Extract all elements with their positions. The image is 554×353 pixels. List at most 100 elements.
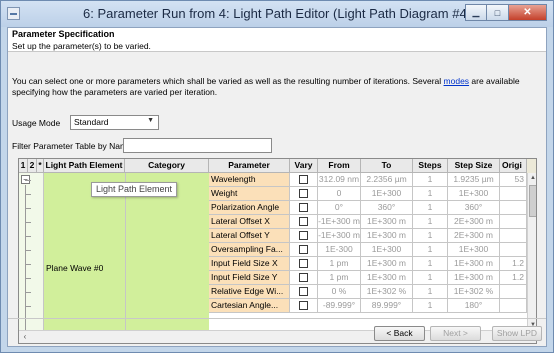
vary-checkbox[interactable]	[299, 216, 308, 226]
original-cell[interactable]	[500, 299, 527, 313]
show-lpd-button[interactable]: Show LPD	[492, 326, 542, 341]
vary-checkbox[interactable]	[299, 258, 308, 268]
to-cell[interactable]: 2.2356 µm	[361, 173, 413, 187]
vary-cell[interactable]	[290, 285, 318, 299]
step-size-cell[interactable]: 1E+300	[448, 187, 500, 201]
parameter-cell[interactable]: Wavelength	[209, 173, 290, 187]
scroll-up-icon[interactable]: ▲	[528, 173, 536, 183]
back-button[interactable]: < Back	[374, 326, 425, 341]
steps-cell[interactable]: 1	[413, 201, 448, 215]
maximize-button[interactable]: □	[487, 4, 509, 21]
parameter-cell[interactable]: Input Field Size Y	[209, 271, 290, 285]
original-cell[interactable]	[500, 243, 527, 257]
vary-checkbox[interactable]	[299, 272, 308, 282]
col-header-2[interactable]: 2	[28, 159, 37, 173]
vary-cell[interactable]	[290, 271, 318, 285]
step-size-cell[interactable]: 1E+300	[448, 243, 500, 257]
step-size-cell[interactable]: 1E+300 m	[448, 271, 500, 285]
vary-checkbox[interactable]	[299, 230, 308, 240]
from-cell[interactable]: 1 pm	[318, 257, 361, 271]
vary-cell[interactable]	[290, 299, 318, 313]
vary-cell[interactable]	[290, 229, 318, 243]
vary-cell[interactable]	[290, 173, 318, 187]
steps-cell[interactable]: 1	[413, 285, 448, 299]
col-header-step-size[interactable]: Step Size	[448, 159, 500, 173]
col-header-category[interactable]: Category	[125, 159, 209, 173]
parameter-cell[interactable]: Weight	[209, 187, 290, 201]
from-cell[interactable]: 1E-300	[318, 243, 361, 257]
step-size-cell[interactable]: 2E+300 m	[448, 229, 500, 243]
col-header-to[interactable]: To	[361, 159, 413, 173]
original-cell[interactable]	[500, 187, 527, 201]
col-header-original[interactable]: Origi	[500, 159, 527, 173]
steps-cell[interactable]: 1	[413, 271, 448, 285]
vary-cell[interactable]	[290, 257, 318, 271]
vary-cell[interactable]	[290, 215, 318, 229]
filter-input[interactable]	[123, 138, 272, 153]
next-button[interactable]: Next >	[430, 326, 481, 341]
steps-cell[interactable]: 1	[413, 215, 448, 229]
usage-mode-select[interactable]: Standard ▼	[70, 115, 159, 130]
col-header-from[interactable]: From	[318, 159, 361, 173]
col-header-1[interactable]: 1	[19, 159, 28, 173]
close-button[interactable]: ✕	[509, 4, 547, 21]
parameter-cell[interactable]: Oversampling Fa...	[209, 243, 290, 257]
original-cell[interactable]: 53	[500, 173, 527, 187]
vary-cell[interactable]	[290, 201, 318, 215]
to-cell[interactable]: 1E+300 m	[361, 215, 413, 229]
to-cell[interactable]: 1E+300 m	[361, 271, 413, 285]
steps-cell[interactable]: 1	[413, 187, 448, 201]
vary-cell[interactable]	[290, 187, 318, 201]
step-size-cell[interactable]: 360°	[448, 201, 500, 215]
steps-cell[interactable]: 1	[413, 243, 448, 257]
title-bar[interactable]: 6: Parameter Run from 4: Light Path Edit…	[1, 1, 553, 27]
vary-checkbox[interactable]	[299, 188, 308, 198]
original-cell[interactable]	[500, 201, 527, 215]
col-header-vary[interactable]: Vary	[290, 159, 318, 173]
from-cell[interactable]: -89.999°	[318, 299, 361, 313]
from-cell[interactable]: 0 %	[318, 285, 361, 299]
from-cell[interactable]: 0	[318, 187, 361, 201]
from-cell[interactable]: 0°	[318, 201, 361, 215]
parameter-cell[interactable]: Input Field Size X	[209, 257, 290, 271]
to-cell[interactable]: 360°	[361, 201, 413, 215]
original-cell[interactable]	[500, 229, 527, 243]
scroll-left-icon[interactable]: ‹	[19, 331, 31, 343]
parameter-cell[interactable]: Polarization Angle	[209, 201, 290, 215]
col-header-star[interactable]: *	[37, 159, 44, 173]
step-size-cell[interactable]: 1E+300 m	[448, 257, 500, 271]
step-size-cell[interactable]: 1.9235 µm	[448, 173, 500, 187]
to-cell[interactable]: 1E+300 m	[361, 257, 413, 271]
step-size-cell[interactable]: 180°	[448, 299, 500, 313]
parameter-cell[interactable]: Cartesian Angle...	[209, 299, 290, 313]
steps-cell[interactable]: 1	[413, 299, 448, 313]
original-cell[interactable]	[500, 285, 527, 299]
vary-checkbox[interactable]	[299, 174, 308, 184]
vary-cell[interactable]	[290, 243, 318, 257]
step-size-cell[interactable]: 1E+302 %	[448, 285, 500, 299]
step-size-cell[interactable]: 2E+300 m	[448, 215, 500, 229]
vary-checkbox[interactable]	[299, 286, 308, 296]
from-cell[interactable]: 312.09 nm	[318, 173, 361, 187]
col-header-element[interactable]: Light Path Element	[44, 159, 125, 173]
parameter-cell[interactable]: Relative Edge Wi...	[209, 285, 290, 299]
from-cell[interactable]: -1E+300 m	[318, 229, 361, 243]
original-cell[interactable]: 1.2	[500, 257, 527, 271]
vary-checkbox[interactable]	[299, 202, 308, 212]
steps-cell[interactable]: 1	[413, 173, 448, 187]
parameter-cell[interactable]: Lateral Offset Y	[209, 229, 290, 243]
original-cell[interactable]: 1.2	[500, 271, 527, 285]
to-cell[interactable]: 89.999°	[361, 299, 413, 313]
to-cell[interactable]: 1E+302 %	[361, 285, 413, 299]
col-header-steps[interactable]: Steps	[413, 159, 448, 173]
vary-checkbox[interactable]	[299, 300, 308, 310]
col-header-parameter[interactable]: Parameter	[209, 159, 290, 173]
parameter-cell[interactable]: Lateral Offset X	[209, 215, 290, 229]
from-cell[interactable]: -1E+300 m	[318, 215, 361, 229]
from-cell[interactable]: 1 pm	[318, 271, 361, 285]
vertical-scrollbar[interactable]: ▲ ▼	[527, 173, 536, 330]
original-cell[interactable]	[500, 215, 527, 229]
steps-cell[interactable]: 1	[413, 229, 448, 243]
vertical-scroll-thumb[interactable]	[529, 185, 536, 217]
to-cell[interactable]: 1E+300 m	[361, 229, 413, 243]
